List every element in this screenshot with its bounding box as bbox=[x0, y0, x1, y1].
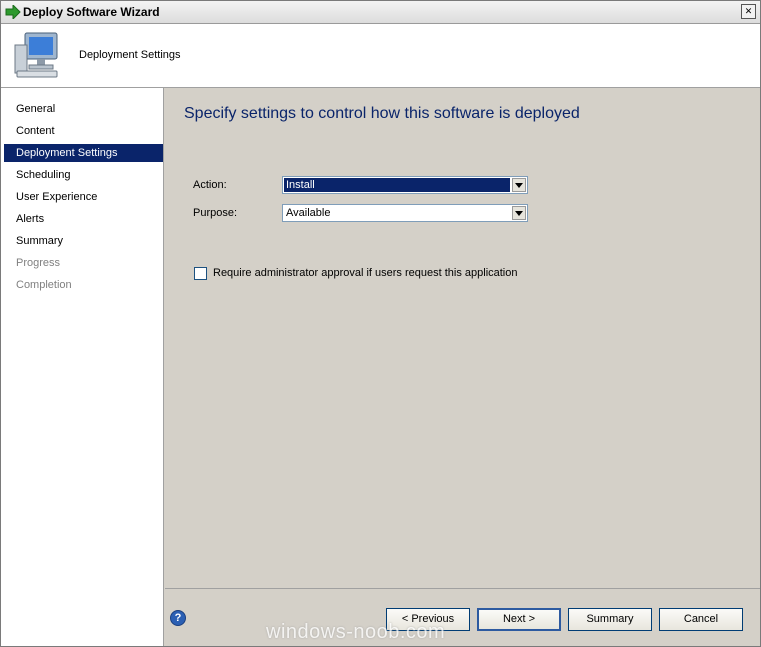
action-dropdown-button[interactable] bbox=[512, 178, 526, 192]
window-title: Deploy Software Wizard bbox=[23, 5, 160, 19]
footer-divider bbox=[165, 588, 760, 589]
wizard-nav: General Content Deployment Settings Sche… bbox=[1, 88, 164, 646]
approval-checkbox-label[interactable]: Require administrator approval if users … bbox=[213, 267, 518, 279]
purpose-dropdown-button[interactable] bbox=[512, 206, 526, 220]
purpose-dropdown-value: Available bbox=[286, 207, 331, 219]
main-content: Specify settings to control how this sof… bbox=[164, 88, 760, 588]
watermark: windows-noob.com bbox=[266, 621, 446, 643]
title-bar[interactable]: Deploy Software Wizard ✕ bbox=[1, 1, 760, 24]
page-heading: Specify settings to control how this sof… bbox=[184, 105, 580, 122]
summary-button[interactable]: Summary bbox=[568, 608, 652, 631]
nav-item-scheduling[interactable]: Scheduling bbox=[4, 166, 163, 184]
purpose-label: Purpose: bbox=[193, 207, 238, 219]
computer-icon bbox=[11, 31, 63, 84]
nav-item-completion: Completion bbox=[16, 279, 72, 291]
nav-item-progress: Progress bbox=[16, 257, 61, 269]
help-icon[interactable]: ? bbox=[170, 610, 186, 626]
action-label: Action: bbox=[193, 179, 227, 191]
action-dropdown-value: Install bbox=[284, 178, 510, 192]
wizard-header: Deployment Settings bbox=[1, 24, 760, 88]
nav-item-content[interactable]: Content bbox=[4, 122, 163, 140]
nav-item-alerts[interactable]: Alerts bbox=[4, 210, 163, 228]
chevron-down-icon bbox=[515, 207, 523, 219]
nav-item-general[interactable]: General bbox=[4, 100, 163, 118]
close-icon: ✕ bbox=[744, 6, 753, 16]
header-title: Deployment Settings bbox=[79, 49, 181, 61]
nav-item-user-experience[interactable]: User Experience bbox=[4, 188, 163, 206]
next-button[interactable]: Next > bbox=[477, 608, 561, 631]
action-dropdown[interactable]: Install bbox=[282, 176, 528, 194]
purpose-dropdown[interactable]: Available bbox=[282, 204, 528, 222]
close-button[interactable]: ✕ bbox=[741, 4, 756, 19]
nav-item-summary[interactable]: Summary bbox=[4, 232, 163, 250]
wizard-window: Deploy Software Wizard ✕ Deployment Sett… bbox=[0, 0, 761, 647]
approval-checkbox[interactable] bbox=[194, 267, 207, 280]
chevron-down-icon bbox=[515, 179, 523, 191]
forward-arrow-icon bbox=[5, 3, 21, 22]
cancel-button[interactable]: Cancel bbox=[659, 608, 743, 631]
nav-item-deployment-settings[interactable]: Deployment Settings bbox=[4, 144, 163, 162]
